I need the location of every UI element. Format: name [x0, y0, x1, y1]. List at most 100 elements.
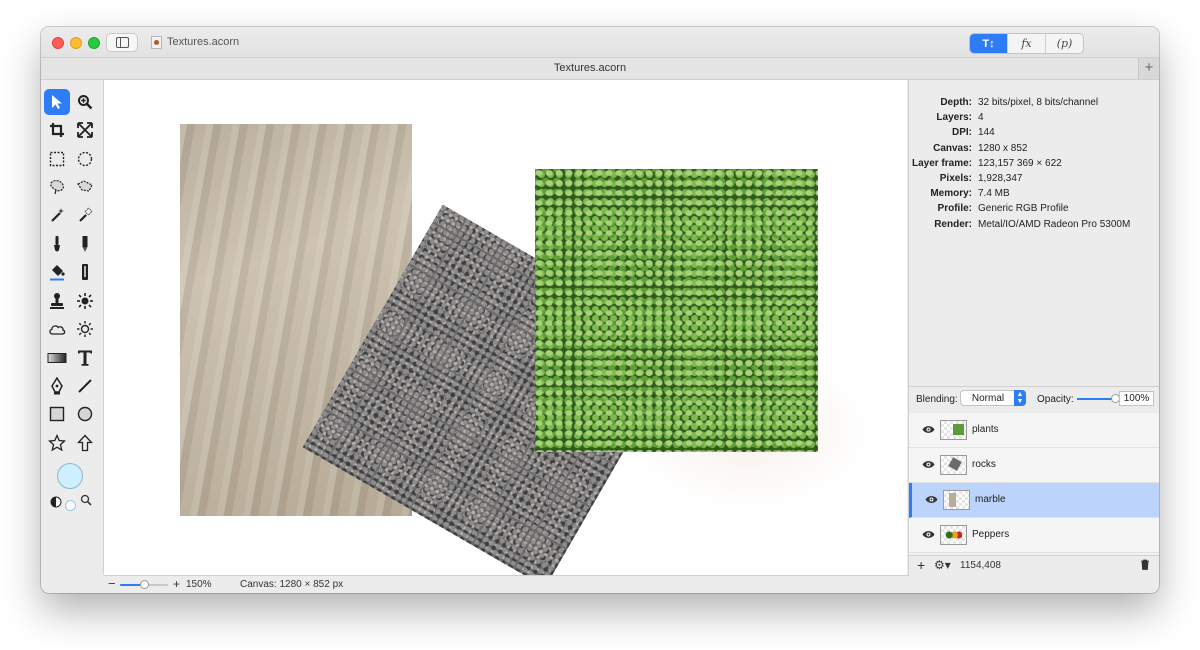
- paint-bucket-tool[interactable]: [44, 259, 70, 285]
- zoom-window-button[interactable]: [88, 37, 100, 49]
- dodge-burn-tool[interactable]: [72, 288, 98, 314]
- foreground-color-well[interactable]: [57, 463, 83, 489]
- info-value: 7.4 MB: [978, 188, 1010, 200]
- info-row: Layer frame: 123,157 369 × 622: [909, 158, 1159, 173]
- magic-wand-tool[interactable]: [44, 202, 70, 228]
- zoom-in-button[interactable]: +: [173, 577, 180, 591]
- visibility-eye-icon[interactable]: [922, 460, 935, 469]
- magic-wand-icon: [51, 208, 64, 222]
- filters-tab[interactable]: fx: [1007, 34, 1045, 53]
- swap-colors-icon[interactable]: [50, 496, 62, 508]
- gradient-fill-tool[interactable]: [72, 259, 98, 285]
- arrow-shape-tool[interactable]: [72, 430, 98, 456]
- info-key: Layer frame:: [911, 157, 972, 169]
- color-picker-zoom-icon[interactable]: [80, 494, 92, 506]
- cursor-coordinates: 1154,408: [960, 560, 1001, 571]
- clone-stamp-tool[interactable]: [44, 288, 70, 314]
- layer-name: plants: [972, 424, 999, 435]
- tools-inspector-tab[interactable]: T ↕: [970, 34, 1007, 53]
- zoom-out-button[interactable]: −: [108, 577, 116, 591]
- gradient-icon: [47, 353, 67, 363]
- bezier-pen-tool[interactable]: [44, 373, 70, 399]
- info-row: Layers: 4: [909, 112, 1159, 127]
- crop-tool[interactable]: [44, 117, 70, 143]
- sun-tool[interactable]: [72, 316, 98, 342]
- minimize-window-button[interactable]: [70, 37, 82, 49]
- layer-row-peppers[interactable]: Peppers: [909, 518, 1159, 553]
- line-icon: [78, 379, 92, 393]
- zoom-slider-knob[interactable]: [139, 580, 149, 589]
- rectangle-tool[interactable]: [44, 401, 70, 427]
- visibility-eye-icon[interactable]: [922, 530, 935, 539]
- zoom-icon: [78, 95, 93, 110]
- poly-lasso-tool[interactable]: [72, 174, 98, 200]
- new-tab-button[interactable]: +: [1138, 58, 1159, 79]
- close-window-button[interactable]: [52, 37, 64, 49]
- plugins-tab[interactable]: (p): [1045, 34, 1083, 53]
- info-value: 32 bits/pixel, 8 bits/channel: [978, 97, 1099, 108]
- transform-tool[interactable]: [72, 117, 98, 143]
- info-value: 4: [978, 112, 984, 124]
- line-tool[interactable]: [72, 373, 98, 399]
- plants-layer-image[interactable]: [535, 169, 818, 452]
- rect-select-tool[interactable]: [44, 146, 70, 172]
- pen-icon: [51, 377, 63, 395]
- layer-row-marble[interactable]: marble: [909, 483, 1159, 518]
- cloud-tool[interactable]: [44, 316, 70, 342]
- ellipse-select-icon: [77, 151, 93, 167]
- visibility-eye-icon[interactable]: [922, 425, 935, 434]
- blend-mode-select[interactable]: Normal ▲ ▼: [960, 390, 1026, 406]
- star-icon: [48, 434, 66, 452]
- blend-mode-value: Normal: [971, 393, 1005, 404]
- pencil-tool[interactable]: [72, 231, 98, 257]
- image-info-panel: Depth: 32 bits/pixel, 8 bits/channel Layer…: [908, 80, 1159, 388]
- lasso-icon: [50, 179, 64, 195]
- ellipse-tool[interactable]: [72, 401, 98, 427]
- blending-label: Blending:: [916, 394, 958, 405]
- document-canvas[interactable]: [104, 80, 907, 575]
- opacity-slider[interactable]: [1077, 398, 1115, 400]
- opacity-field[interactable]: 100%: [1119, 391, 1154, 406]
- layer-thumbnail: [940, 455, 967, 475]
- sun-icon: [77, 321, 93, 337]
- layer-thumbnail: [943, 490, 970, 510]
- lasso-tool[interactable]: [44, 174, 70, 200]
- info-row: Canvas: 1280 x 852: [909, 143, 1159, 158]
- info-key: Render:: [934, 218, 972, 230]
- blending-bar: Blending: Normal ▲ ▼ Opacity: 100%: [908, 386, 1159, 413]
- tab-document[interactable]: Textures.acorn: [41, 62, 1139, 74]
- select-arrow-tool[interactable]: [44, 89, 70, 115]
- star-tool[interactable]: [44, 430, 70, 456]
- info-value: Generic RGB Profile: [978, 203, 1069, 215]
- info-value: 144: [978, 127, 995, 139]
- layer-row-rocks[interactable]: rocks: [909, 448, 1159, 483]
- info-row: Pixels: 1,928,347: [909, 173, 1159, 188]
- ellipse-select-tool[interactable]: [72, 146, 98, 172]
- sidebar-toggle-button[interactable]: [106, 33, 138, 52]
- brush-tool[interactable]: [44, 231, 70, 257]
- add-layer-button[interactable]: +: [917, 557, 925, 573]
- layer-thumbnail-content: [953, 424, 964, 435]
- trash-icon[interactable]: [1140, 559, 1150, 570]
- visibility-eye-icon[interactable]: [925, 495, 938, 504]
- gradient-tool[interactable]: [44, 345, 70, 371]
- zoom-tool[interactable]: [72, 89, 98, 115]
- canvas-size-readout: Canvas: 1280 × 852 px: [240, 579, 344, 590]
- layer-thumbnail-content: [948, 457, 962, 471]
- status-bar: − + 150% Canvas: 1280 × 852 px: [104, 575, 1159, 593]
- info-key: Layers:: [936, 112, 972, 124]
- text-tool[interactable]: [72, 345, 98, 371]
- dodge-burn-icon: [77, 293, 93, 309]
- background-color-well[interactable]: [65, 500, 76, 511]
- layer-thumbnail-content: [945, 530, 962, 540]
- app-window: Textures.acorn T ↕ fx (p) Textures.acorn …: [41, 27, 1159, 593]
- layer-row-plants[interactable]: plants: [909, 413, 1159, 448]
- info-value: Metal/IO/AMD Radeon Pro 5300M: [978, 218, 1131, 230]
- zoom-slider[interactable]: [120, 580, 168, 589]
- info-key: Depth:: [940, 97, 972, 108]
- layer-thumbnail-content: [949, 493, 956, 507]
- title-bar: Textures.acorn T ↕ fx (p): [41, 27, 1159, 57]
- layer-actions-gear-icon[interactable]: ⚙▾: [934, 558, 951, 572]
- magic-brush-tool[interactable]: [72, 202, 98, 228]
- crop-icon: [50, 123, 64, 137]
